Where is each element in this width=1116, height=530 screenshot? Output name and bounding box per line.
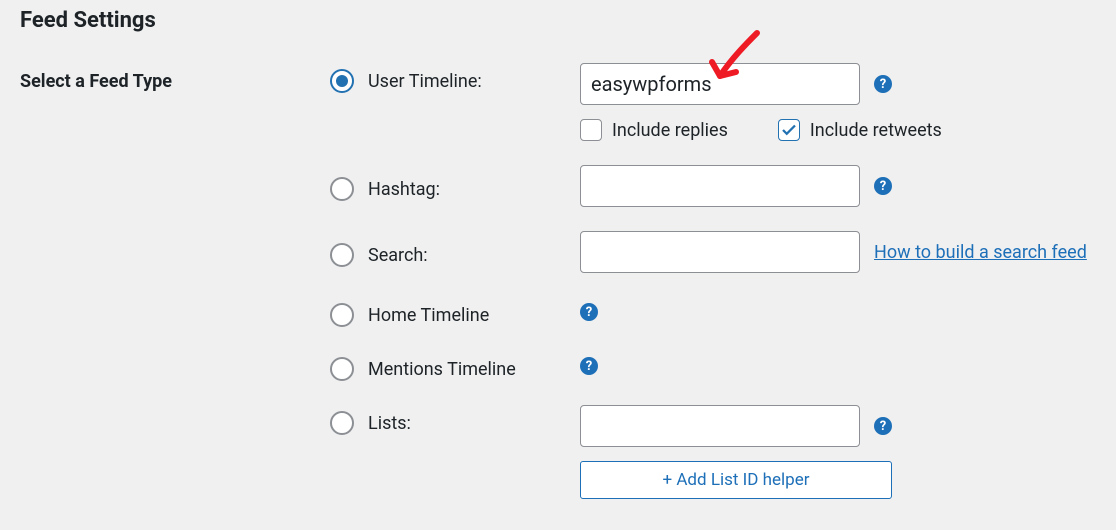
search-help-link[interactable]: How to build a search feed <box>874 242 1087 263</box>
label-search: Search: <box>368 245 428 266</box>
help-icon[interactable]: ? <box>580 357 598 375</box>
radio-hashtag[interactable] <box>330 177 354 201</box>
radio-home-timeline[interactable] <box>330 303 354 327</box>
page-title: Feed Settings <box>20 8 1096 33</box>
section-label: Select a Feed Type <box>20 63 330 92</box>
include-replies-label: Include replies <box>612 120 728 141</box>
label-user-timeline: User Timeline: <box>368 71 482 92</box>
label-lists: Lists: <box>368 413 411 434</box>
help-icon[interactable]: ? <box>874 417 892 435</box>
radio-search[interactable] <box>330 243 354 267</box>
radio-user-timeline[interactable] <box>330 69 354 93</box>
search-input[interactable] <box>580 231 860 273</box>
add-list-id-helper-button[interactable]: + Add List ID helper <box>580 461 892 499</box>
user-timeline-input[interactable] <box>580 63 860 105</box>
radio-mentions-timeline[interactable] <box>330 357 354 381</box>
radio-lists[interactable] <box>330 411 354 435</box>
label-mentions-timeline: Mentions Timeline <box>368 359 516 380</box>
label-hashtag: Hashtag: <box>368 179 440 200</box>
hashtag-input[interactable] <box>580 165 860 207</box>
label-home-timeline: Home Timeline <box>368 305 489 326</box>
include-replies-checkbox[interactable] <box>580 119 602 141</box>
include-retweets-label: Include retweets <box>810 120 942 141</box>
help-icon[interactable]: ? <box>874 177 892 195</box>
include-retweets-checkbox[interactable] <box>778 119 800 141</box>
lists-input[interactable] <box>580 405 860 447</box>
help-icon[interactable]: ? <box>580 303 598 321</box>
help-icon[interactable]: ? <box>874 75 892 93</box>
